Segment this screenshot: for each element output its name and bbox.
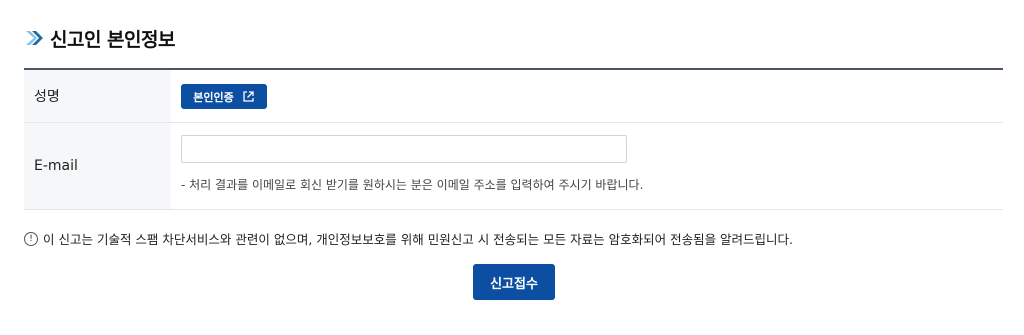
chevron-logo-icon — [26, 31, 43, 45]
email-hint: - 처리 결과를 이메일로 회신 받기를 원하시는 분은 이메일 주소를 입력하… — [181, 178, 644, 192]
privacy-notice: ! 이 신고는 기술적 스팸 차단서비스와 관련이 없으며, 개인정보보호를 위… — [24, 229, 793, 248]
identity-verify-label: 본인인증 — [193, 90, 234, 104]
section-header: 신고인 본인정보 — [24, 24, 175, 52]
info-circle-icon: ! — [24, 231, 38, 246]
name-row: 성명 본인인증 — [24, 70, 1003, 123]
name-label: 성명 — [24, 70, 171, 122]
email-row: E-mail - 처리 결과를 이메일로 회신 받기를 원하시는 분은 이메일 … — [24, 123, 1003, 210]
section-title: 신고인 본인정보 — [50, 28, 175, 51]
email-value-cell: - 처리 결과를 이메일로 회신 받기를 원하시는 분은 이메일 주소를 입력하… — [171, 123, 1003, 209]
identity-verify-button[interactable]: 본인인증 — [181, 84, 267, 109]
name-value-cell: 본인인증 — [171, 70, 1003, 122]
email-field[interactable] — [181, 135, 627, 163]
external-link-icon — [243, 91, 254, 102]
reporter-info-form: 성명 본인인증 E-mail - 처리 결과를 이메일로 회신 받기를 원하시는… — [24, 68, 1003, 210]
privacy-notice-text: 이 신고는 기술적 스팸 차단서비스와 관련이 없으며, 개인정보보호를 위해 … — [43, 232, 794, 247]
email-label: E-mail — [24, 123, 171, 209]
submit-report-button[interactable]: 신고접수 — [473, 264, 555, 300]
